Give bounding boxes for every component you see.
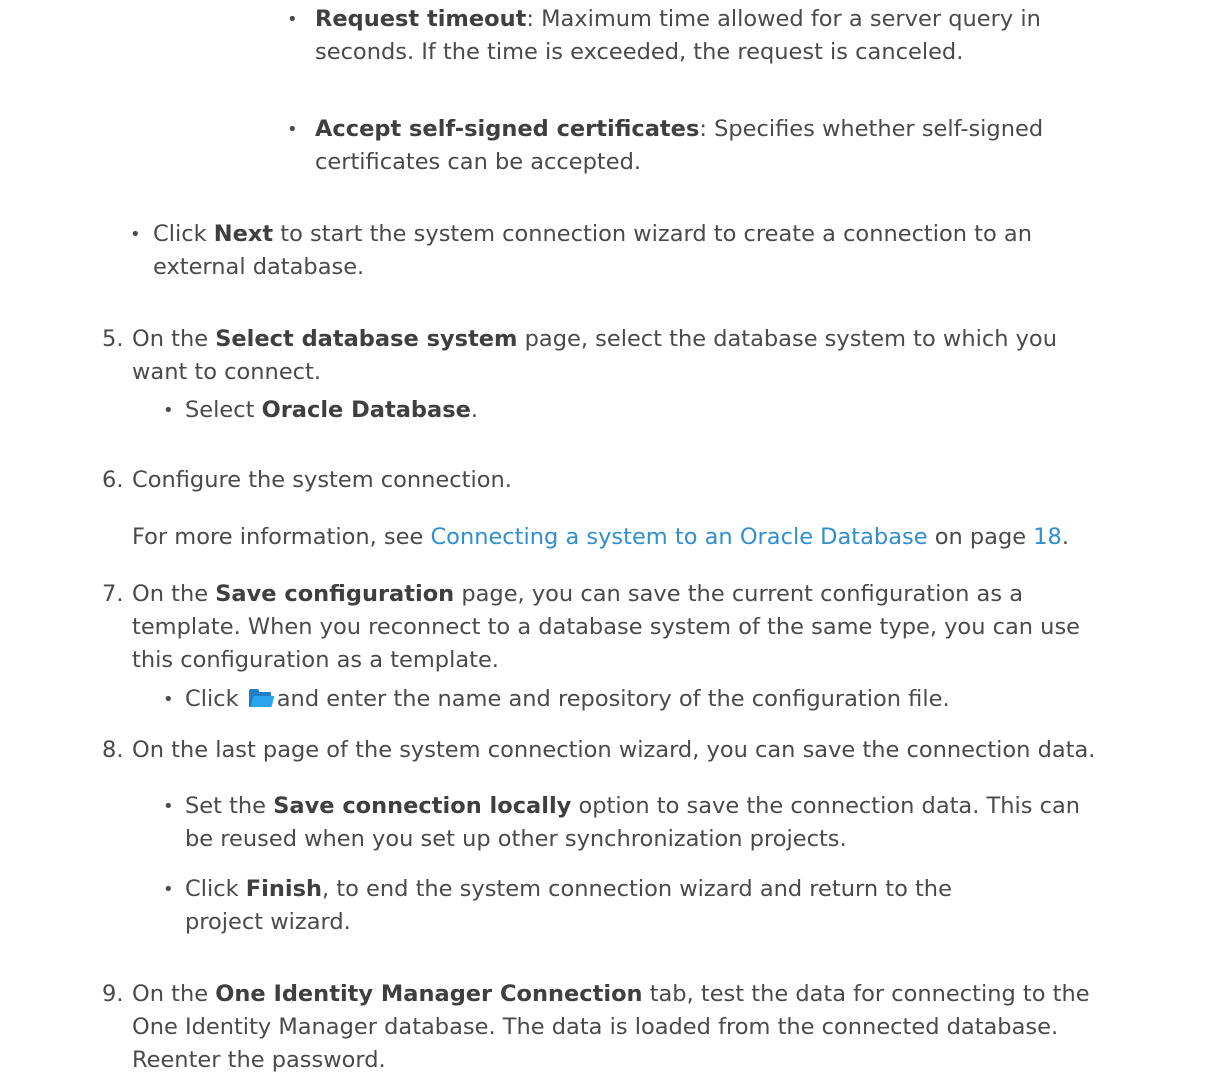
bullet-marker: • [163,400,174,421]
link-page-number[interactable]: 18 [1033,524,1062,550]
term-oracle-database: Oracle Database [261,397,471,423]
link-connecting-oracle[interactable]: Connecting a system to an Oracle Databas… [430,524,927,550]
folder-open-icon[interactable] [248,689,275,708]
step-number: 8. [102,737,124,763]
step-9: On the One Identity Manager Connection t… [132,981,1090,1073]
list-item-self-signed: Accept self-signed certificates: Specifi… [315,116,1044,175]
list-item-click-folder: Click and enter the name and repository … [185,686,950,712]
term-next: Next [213,221,274,247]
list-item-save-locally: Set the Save connection locally option t… [185,793,1081,852]
list-item-select-oracle: Select Oracle Database. [185,397,479,423]
step-6: Configure the system connection. [132,467,512,493]
term-save-configuration: Save configuration [215,581,455,607]
term-select-database-system: Select database system [215,326,518,352]
list-item-request-timeout: Request timeout: Maximum time allowed fo… [315,6,1041,65]
document-page: • Request timeout: Maximum time allowed … [0,0,1206,1073]
list-item-click-finish: Click Finish, to end the system connecti… [185,876,952,935]
list-item-click-next: Click Next to start the system connectio… [153,221,1032,280]
step-number: 7. [102,581,124,607]
term-finish: Finish [245,876,322,902]
step-5: On the Select database system page, sele… [132,326,1057,385]
bullet-marker: • [130,224,141,245]
bullet-marker: • [287,9,298,30]
term-save-connection-locally: Save connection locally [273,793,572,819]
more-info-paragraph: For more information, see Connecting a s… [132,524,1070,550]
step-number: 5. [102,326,124,352]
step-8: On the last page of the system connectio… [132,737,1096,763]
bullet-marker: • [163,796,174,817]
term-self-signed: Accept self-signed certificates [315,116,700,142]
bullet-marker: • [163,879,174,900]
step-7: On the Save configuration page, you can … [132,581,1081,673]
step-number: 6. [102,467,124,493]
step-number: 9. [102,981,124,1007]
bullet-marker: • [163,689,174,710]
term-one-identity-connection: One Identity Manager Connection [215,981,643,1007]
bullet-marker: • [287,119,298,140]
term-request-timeout: Request timeout [315,6,527,32]
